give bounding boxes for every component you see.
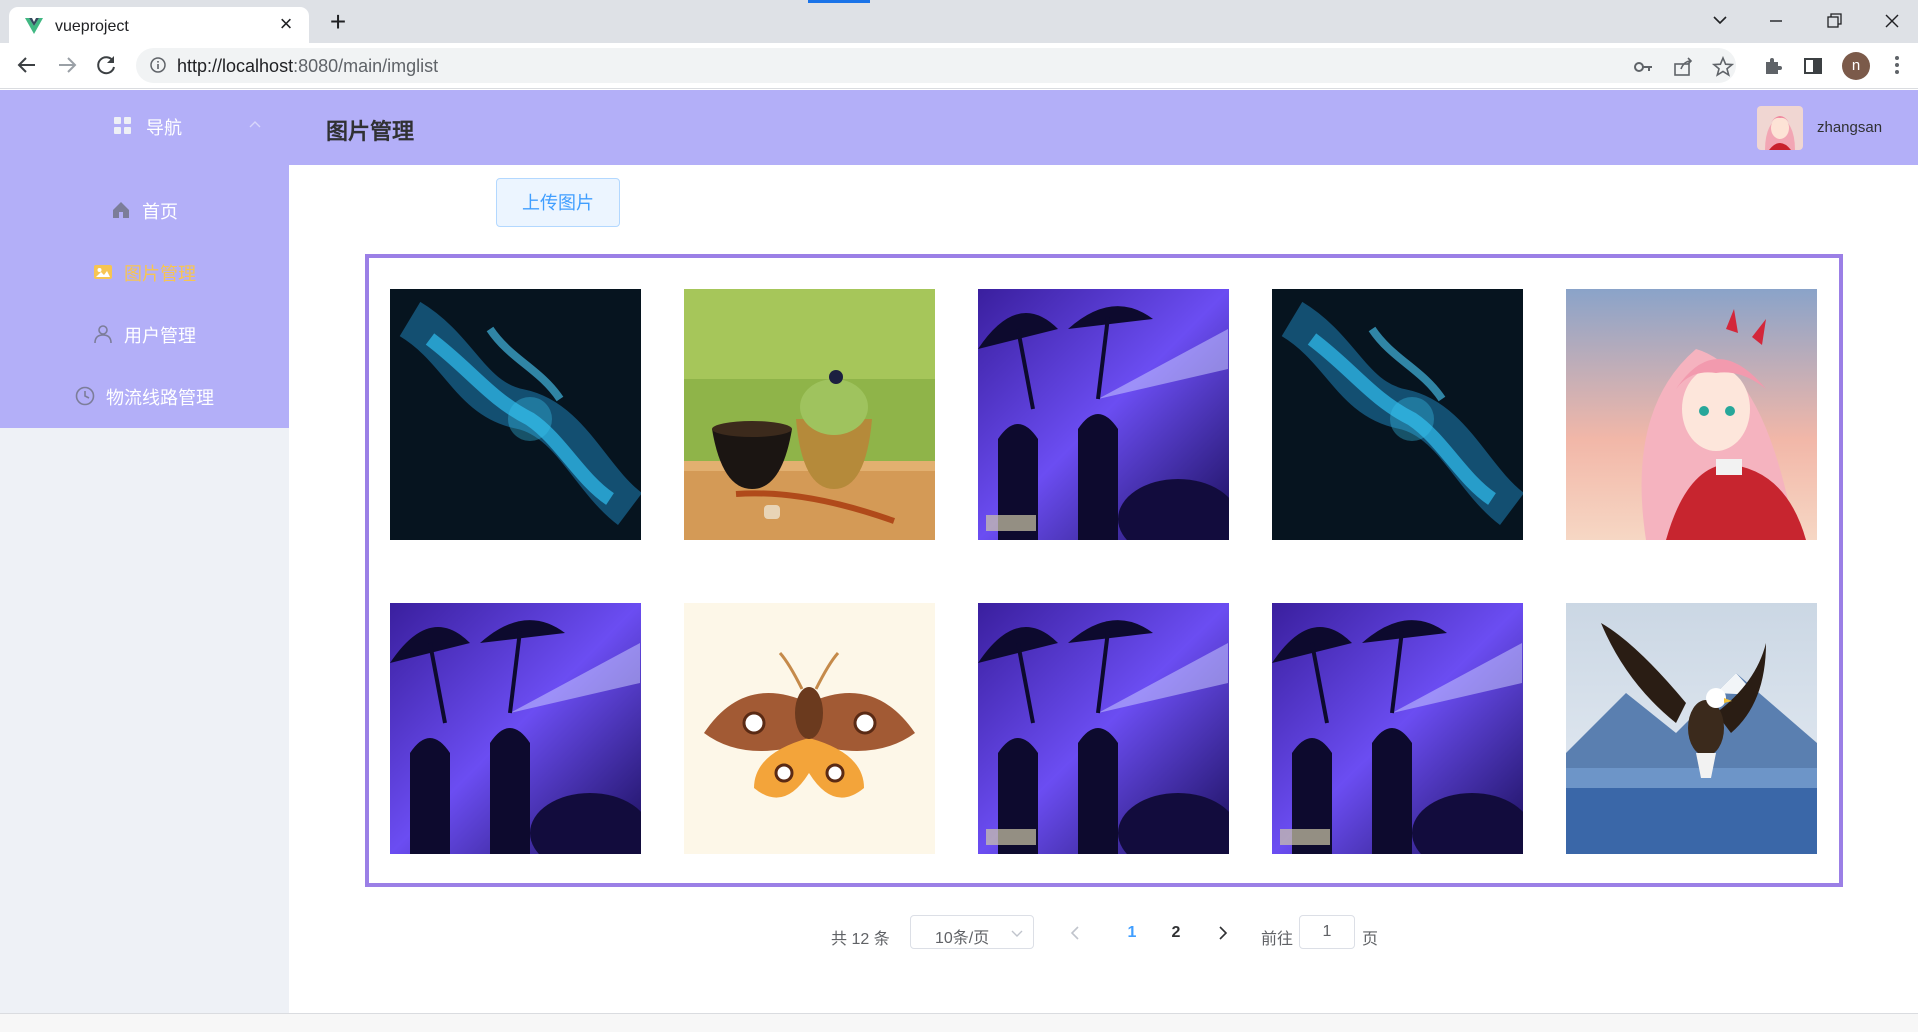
prev-page-icon[interactable] (1067, 924, 1085, 942)
sidebar-item-label: 首页 (142, 202, 178, 222)
address-bar[interactable]: http://localhost:8080/main/imglist (136, 48, 1736, 83)
browser-toolbar: http://localhost:8080/main/imglist n (0, 43, 1918, 89)
picture-icon (94, 265, 112, 279)
browser-tabstrip: vueproject × + (0, 0, 1918, 43)
sidebar-header[interactable]: 导航 (0, 90, 289, 160)
chevron-up-icon[interactable] (248, 118, 262, 132)
tab-title: vueproject (55, 18, 129, 35)
close-window-icon[interactable] (1872, 8, 1912, 34)
image-thumbnail-nebula[interactable] (1272, 289, 1523, 540)
image-thumbnail-eagle[interactable] (1566, 603, 1817, 854)
bookmark-star-icon[interactable] (1712, 56, 1734, 78)
page-number-2[interactable]: 2 (1164, 924, 1188, 942)
minimize-icon[interactable] (1756, 8, 1796, 34)
goto-unit: 页 (1362, 931, 1379, 948)
nebula-image (390, 289, 641, 540)
sidebar-item-users[interactable]: 用户管理 (0, 302, 289, 364)
sidebar-header-label: 导航 (146, 118, 182, 138)
image-thumbnail-moth[interactable] (684, 603, 935, 854)
sidebar-item-logistics[interactable]: 物流线路管理 (0, 364, 289, 426)
page-header: 图片管理 zhangsan (289, 90, 1918, 165)
forward-icon[interactable] (53, 52, 81, 78)
page-size-value: 10条/页 (935, 930, 990, 947)
anime-girl-image (1566, 289, 1817, 540)
umbrellas-image (978, 603, 1229, 854)
new-tab-button[interactable]: + (324, 8, 352, 36)
image-thumbnail-anime-girl[interactable] (1566, 289, 1817, 540)
url-text: http://localhost:8080/main/imglist (177, 56, 439, 76)
sidebar-background (0, 428, 289, 1013)
clock-icon (75, 386, 95, 406)
home-icon (113, 202, 129, 218)
upload-image-button[interactable]: 上传图片 (496, 178, 620, 227)
tab-accent (808, 0, 870, 3)
share-icon[interactable] (1672, 56, 1694, 78)
eagle-image (1566, 603, 1817, 854)
username: zhangsan (1817, 119, 1883, 136)
umbrellas-image (978, 289, 1229, 540)
extensions-icon[interactable] (1762, 55, 1784, 77)
page-size-select[interactable]: 10条/页 (910, 915, 1034, 949)
key-icon[interactable] (1632, 56, 1654, 78)
page-title: 图片管理 (326, 119, 415, 144)
image-thumbnail-umbrellas[interactable] (1272, 603, 1523, 854)
chevron-down-icon (1011, 930, 1023, 937)
user-icon (94, 325, 112, 344)
sidebar: 导航 首页 图片管理 用户管理 物流线路管理 (0, 90, 289, 428)
pagination: 共 12 条 10条/页 1 2 前往 1 页 (289, 915, 1918, 951)
moth-image (684, 603, 935, 854)
browser-tab[interactable]: vueproject × (9, 7, 309, 43)
goto-label: 前往 (1261, 931, 1294, 948)
goto-page-input[interactable]: 1 (1299, 915, 1355, 949)
more-menu-icon[interactable] (1894, 53, 1900, 77)
matcha-image (684, 289, 935, 540)
profile-avatar[interactable]: n (1842, 52, 1870, 80)
umbrellas-image (1272, 603, 1523, 854)
sidebar-item-label: 用户管理 (124, 326, 196, 346)
nebula-image (1272, 289, 1523, 540)
window-bottom-edge (0, 1013, 1918, 1032)
image-thumbnail-umbrellas[interactable] (390, 603, 641, 854)
page-number-1[interactable]: 1 (1120, 924, 1144, 942)
avatar-image (1757, 106, 1803, 150)
vue-logo-icon (25, 18, 43, 34)
info-icon[interactable] (150, 57, 166, 73)
main-content: 上传图片 共 12 条 10条/页 1 2 前往 1 页 (289, 165, 1918, 1013)
sidebar-item-label: 物流线路管理 (106, 388, 214, 408)
avatar[interactable] (1757, 106, 1803, 150)
next-page-icon[interactable] (1213, 924, 1231, 942)
grid-icon (114, 117, 131, 134)
umbrellas-image (390, 603, 641, 854)
tab-search-icon[interactable] (1700, 8, 1740, 34)
side-panel-icon[interactable] (1802, 55, 1824, 77)
pagination-total: 共 12 条 (831, 931, 890, 948)
sidebar-item-home[interactable]: 首页 (0, 178, 289, 240)
image-thumbnail-nebula[interactable] (390, 289, 641, 540)
reload-icon[interactable] (93, 52, 121, 78)
restore-icon[interactable] (1814, 8, 1854, 34)
sidebar-item-label: 图片管理 (124, 264, 196, 284)
image-thumbnail-matcha[interactable] (684, 289, 935, 540)
sidebar-item-images[interactable]: 图片管理 (0, 240, 289, 302)
image-thumbnail-umbrellas[interactable] (978, 289, 1229, 540)
back-icon[interactable] (13, 52, 41, 78)
image-gallery (365, 254, 1843, 887)
tab-close-icon[interactable]: × (275, 13, 297, 35)
image-thumbnail-umbrellas[interactable] (978, 603, 1229, 854)
